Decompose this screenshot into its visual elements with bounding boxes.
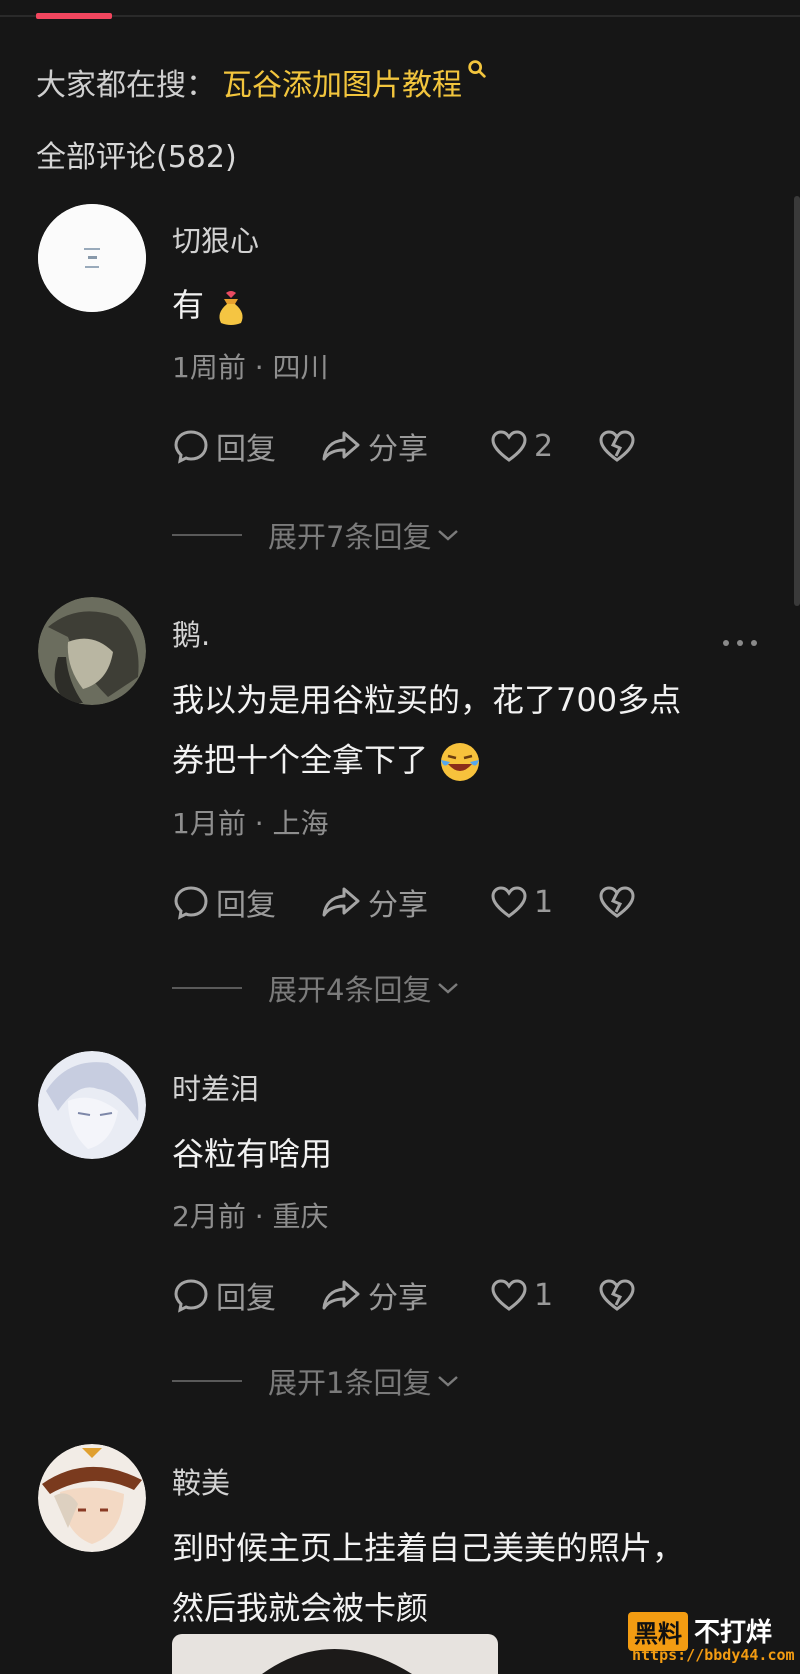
share-arrow-icon: [322, 431, 360, 461]
comment-image[interactable]: [172, 1634, 498, 1674]
reply-label: 回复: [216, 432, 276, 467]
site-watermark: 黑料 不打烊 https://bbdy44.com: [628, 1610, 795, 1667]
heart-icon: [491, 430, 527, 462]
avatar[interactable]: [38, 597, 146, 705]
expand-replies-button[interactable]: 展开1条回复: [172, 1361, 461, 1401]
expand-divider: [172, 534, 242, 536]
broken-heart-icon: [599, 886, 635, 918]
comments-count-title: 全部评论(582): [36, 140, 237, 175]
dislike-button[interactable]: [598, 1277, 636, 1313]
scrollbar[interactable]: [794, 196, 800, 606]
comment-meta: 1月前 · 上海: [172, 807, 329, 840]
comment-username[interactable]: 切狠心: [172, 218, 259, 260]
reply-bubble-icon: [174, 430, 208, 464]
avatar[interactable]: [38, 1444, 146, 1552]
like-button[interactable]: 2: [490, 428, 590, 464]
like-button[interactable]: 1: [490, 884, 590, 920]
comment-text-content: 有: [172, 286, 205, 324]
share-label: 分享: [368, 1281, 428, 1316]
expand-divider: [172, 987, 242, 989]
broken-heart-icon: [599, 1279, 635, 1311]
comment-text: 有: [172, 275, 752, 335]
chevron-down-icon: [438, 530, 459, 541]
share-label: 分享: [368, 888, 428, 923]
laughing-tears-emoji-icon: [441, 743, 480, 781]
share-button[interactable]: 分享: [320, 880, 470, 924]
broken-heart-icon: [599, 430, 635, 462]
comment-text-line: 到时候主页上挂着自己美美的照片，: [172, 1529, 685, 1567]
trending-search-prefix: 大家都在搜：: [36, 68, 216, 103]
active-tab-indicator: [36, 13, 112, 19]
heart-icon: [491, 886, 527, 918]
like-count: 2: [534, 428, 554, 464]
reply-button[interactable]: 回复: [172, 1273, 292, 1317]
reply-bubble-icon: [174, 886, 208, 920]
watermark-url: https://bbdy44.com: [632, 1646, 795, 1664]
reply-button[interactable]: 回复: [172, 880, 292, 924]
expand-replies-button[interactable]: 展开7条回复: [172, 515, 461, 555]
search-icon[interactable]: [466, 58, 488, 80]
expand-divider: [172, 1380, 242, 1382]
reply-button[interactable]: 回复: [172, 424, 292, 468]
dislike-button[interactable]: [598, 428, 636, 464]
reply-label: 回复: [216, 888, 276, 923]
like-count: 1: [534, 1277, 554, 1313]
more-options-icon[interactable]: [720, 638, 760, 648]
trending-search-row[interactable]: 大家都在搜： 瓦谷添加图片教程: [36, 60, 488, 104]
trending-search-term[interactable]: 瓦谷添加图片教程: [222, 60, 462, 104]
share-arrow-icon: [322, 1280, 360, 1310]
like-count: 1: [534, 884, 554, 920]
avatar[interactable]: [38, 1051, 146, 1159]
comment-text-line-2: 券把十个全拿下了: [172, 730, 752, 790]
top-divider: [0, 15, 800, 17]
watermark-text: 不打烊: [694, 1618, 773, 1648]
comment-username[interactable]: 鞍美: [172, 1460, 230, 1502]
comment-actions: 回复 分享 1: [172, 1273, 636, 1317]
comment-photo: [172, 1634, 498, 1674]
heart-icon: [491, 1279, 527, 1311]
comment-actions: 回复 分享 1: [172, 880, 636, 924]
comment-text-line: 我以为是用谷粒买的，花了700多点: [172, 681, 682, 719]
expand-replies-label: 展开4条回复: [268, 973, 432, 1007]
like-button[interactable]: 1: [490, 1277, 590, 1313]
comment-username[interactable]: 鹅.: [172, 612, 210, 654]
comment-username[interactable]: 时差泪: [172, 1066, 259, 1108]
comment-text-content: 券把十个全拿下了: [172, 741, 429, 779]
share-button[interactable]: 分享: [320, 1273, 470, 1317]
share-label: 分享: [368, 432, 428, 467]
chevron-down-icon: [438, 983, 459, 994]
avatar-image: [38, 1051, 146, 1159]
reply-bubble-icon: [174, 1279, 208, 1313]
comment-meta: 2月前 · 重庆: [172, 1200, 329, 1233]
comment-text: 谷粒有啥用: [172, 1135, 333, 1173]
comment-meta: 1周前 · 四川: [172, 351, 329, 384]
avatar-image: [38, 204, 146, 312]
avatar-image: [38, 1444, 146, 1552]
comment-text: 我以为是用谷粒买的，花了700多点 券把十个全拿下了: [172, 670, 752, 790]
comment-actions: 回复 分享 2: [172, 424, 636, 468]
expand-replies-label: 展开7条回复: [268, 520, 432, 554]
reply-label: 回复: [216, 1281, 276, 1316]
money-bag-emoji-icon: [219, 291, 243, 325]
expand-replies-button[interactable]: 展开4条回复: [172, 968, 461, 1008]
chevron-down-icon: [438, 1376, 459, 1387]
share-button[interactable]: 分享: [320, 424, 470, 468]
avatar-image: [38, 597, 146, 705]
avatar[interactable]: [38, 204, 146, 312]
expand-replies-label: 展开1条回复: [268, 1366, 432, 1400]
dislike-button[interactable]: [598, 884, 636, 920]
share-arrow-icon: [322, 887, 360, 917]
